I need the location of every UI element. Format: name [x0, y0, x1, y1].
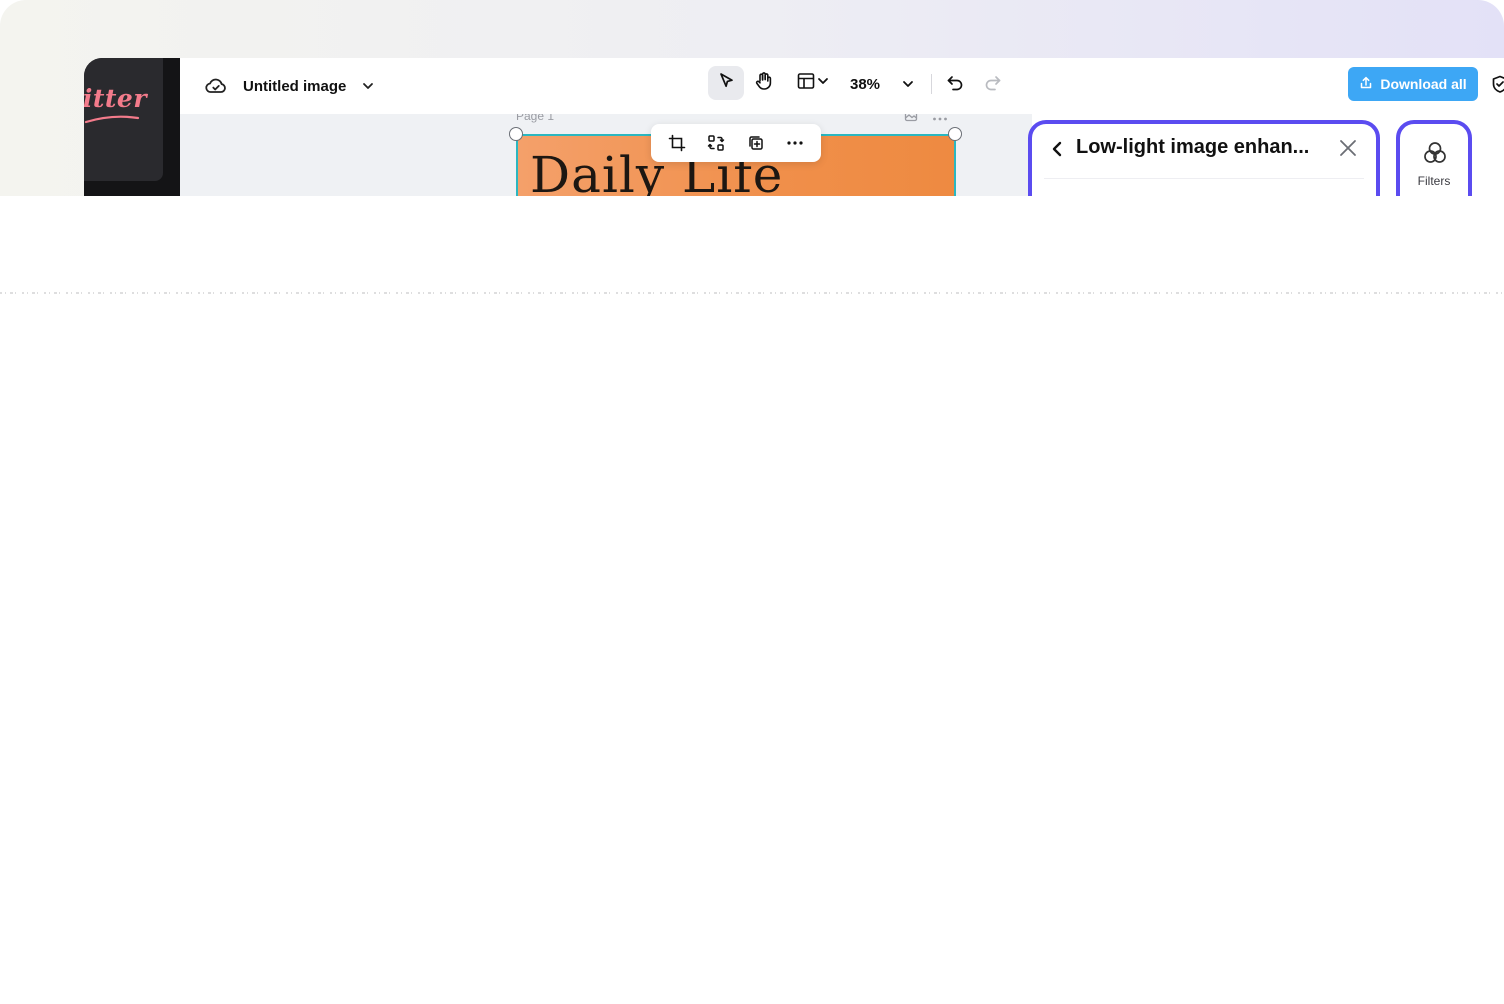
floating-toolbar	[651, 124, 821, 162]
app-window: sitter Untitled image	[0, 0, 1504, 196]
chevron-left-icon[interactable]	[1050, 136, 1072, 162]
document-title[interactable]: Untitled image	[243, 74, 346, 98]
scan-artifact-line	[0, 292, 1504, 294]
toolbar-divider	[931, 74, 932, 94]
more-dots-icon[interactable]	[932, 114, 948, 127]
select-tool-button[interactable]	[708, 66, 744, 100]
resize-handle-top-left[interactable]	[509, 127, 523, 141]
template-thumbnail[interactable]: sitter	[84, 58, 163, 181]
layout-dropdown-button[interactable]	[790, 66, 836, 100]
filters-label: Filters	[1417, 174, 1451, 188]
hand-tool-button[interactable]	[746, 66, 782, 100]
layout-icon	[796, 71, 816, 96]
download-all-label: Download all	[1380, 76, 1467, 92]
crop-icon[interactable]	[662, 128, 692, 158]
page-tools	[904, 114, 948, 127]
screenshot-stage: sitter Untitled image	[0, 0, 1504, 1004]
redo-icon[interactable]	[978, 68, 1008, 98]
resize-handle-top-right[interactable]	[948, 127, 962, 141]
more-dots-icon[interactable]	[780, 128, 810, 158]
panel-title: Low-light image enhan...	[1076, 136, 1310, 158]
chevron-down-icon[interactable]	[896, 70, 920, 98]
low-light-enhance-panel: Low-light image enhan...	[1028, 120, 1380, 196]
left-rail: sitter	[84, 58, 180, 196]
replace-image-icon[interactable]	[701, 128, 731, 158]
cloud-check-icon[interactable]	[202, 72, 230, 100]
undo-icon[interactable]	[940, 68, 970, 98]
page-label: Page 1	[516, 114, 555, 123]
thumbnail-swash	[84, 115, 140, 124]
filters-circles-icon	[1424, 142, 1446, 163]
page-image-icon[interactable]	[904, 114, 918, 127]
chevron-down-icon[interactable]	[356, 72, 380, 100]
close-icon[interactable]	[1336, 136, 1360, 160]
thumbnail-text: sitter	[84, 84, 147, 113]
top-toolbar: Untitled image 38% Download all	[180, 58, 1504, 114]
hand-pan-icon	[753, 70, 775, 97]
filters-tab[interactable]: Filters	[1396, 120, 1472, 196]
panel-divider	[1044, 178, 1364, 179]
canvas-area[interactable]: Page 1 Daily Life	[180, 114, 1032, 196]
download-all-button[interactable]: Download all	[1348, 67, 1478, 101]
shield-icon[interactable]	[1490, 70, 1504, 98]
zoom-level[interactable]: 38%	[850, 72, 880, 96]
share-upload-icon	[1359, 76, 1373, 93]
duplicate-icon[interactable]	[741, 128, 771, 158]
cursor-arrow-icon	[716, 71, 736, 96]
chevron-down-icon	[816, 74, 830, 93]
